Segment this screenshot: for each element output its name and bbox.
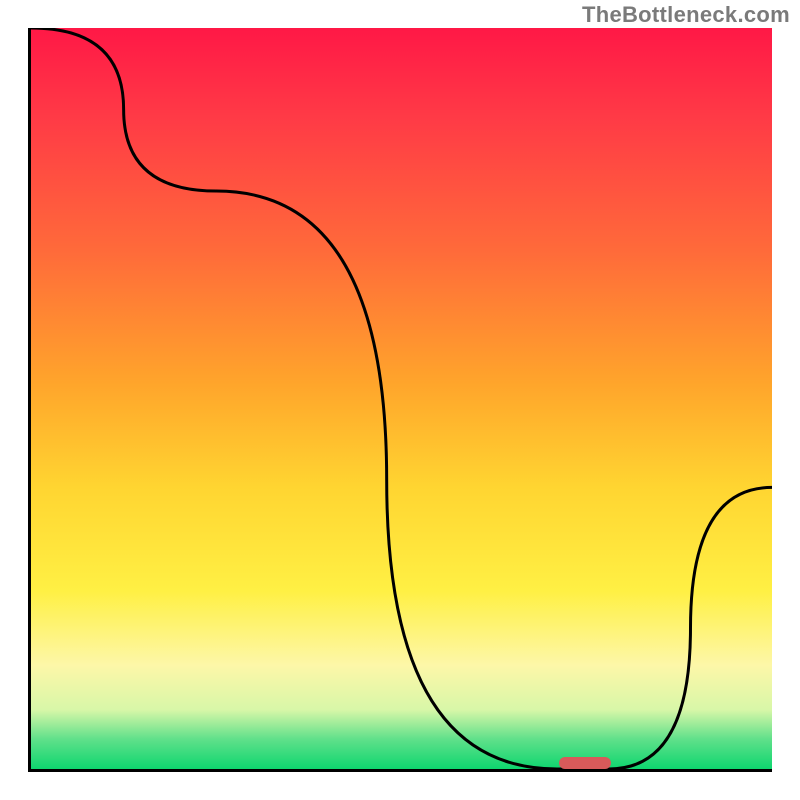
watermark-text: TheBottleneck.com xyxy=(582,2,790,28)
optimal-range-marker xyxy=(559,757,611,769)
curve-path xyxy=(31,28,772,769)
bottleneck-curve xyxy=(31,28,772,769)
plot-area xyxy=(28,28,772,772)
chart-stage: TheBottleneck.com xyxy=(0,0,800,800)
